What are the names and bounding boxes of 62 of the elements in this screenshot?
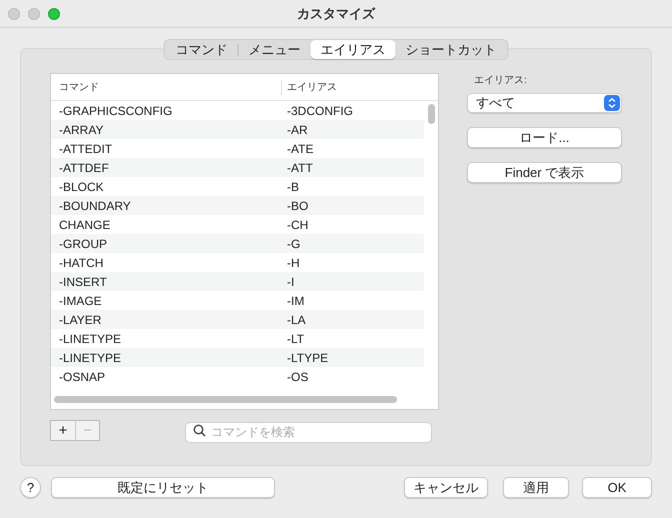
search-field[interactable]: コマンドを検索 bbox=[185, 422, 432, 442]
table-cell-text: -BLOCK bbox=[58, 178, 105, 196]
search-icon bbox=[193, 424, 206, 437]
table-row[interactable]: -LAYER -LA bbox=[51, 310, 424, 329]
table-cell-text: -OSNAP bbox=[58, 368, 106, 386]
table-cell-text: -AR bbox=[286, 122, 308, 138]
table-row[interactable]: -BOUNDARY -BO bbox=[51, 196, 424, 215]
alias-filter-select[interactable]: すべて bbox=[467, 93, 622, 113]
table-cell-text: -ARRAY bbox=[58, 122, 104, 138]
table-row[interactable]: -ATTDEF -ATT bbox=[51, 158, 424, 177]
table-cell-text: -LTYPE bbox=[286, 350, 328, 366]
table-cell-text: -ATTEDIT bbox=[58, 140, 114, 158]
table-cell-text: -ATE bbox=[286, 140, 314, 158]
table-cell-text: -INSERT bbox=[58, 274, 108, 290]
table-cell-text: -G bbox=[286, 236, 300, 252]
table-cell-text: -IMAGE bbox=[58, 292, 103, 310]
table-cell-text: -LAYER bbox=[58, 312, 102, 328]
add-button[interactable]: + bbox=[51, 421, 75, 440]
reset-button[interactable]: 既定にリセット bbox=[51, 477, 275, 498]
alias-filter-label: エイリアス: bbox=[473, 74, 528, 88]
help-button[interactable]: ? bbox=[20, 477, 41, 498]
table-cell-text: -H bbox=[286, 254, 300, 272]
horizontal-scrollbar[interactable] bbox=[54, 396, 397, 402]
apply-button[interactable]: 適用 bbox=[503, 477, 569, 498]
table-cell-text: -LINETYPE bbox=[58, 330, 122, 348]
table-cell-text: -GRAPHICSCONFIG bbox=[58, 102, 174, 120]
zoom-window-icon[interactable] bbox=[48, 8, 60, 20]
table-row[interactable]: -LINETYPE -LTYPE bbox=[51, 348, 424, 367]
table-cell-text: -HATCH bbox=[58, 254, 104, 272]
vertical-scrollbar[interactable] bbox=[428, 104, 434, 124]
table-row[interactable]: -INSERT -I bbox=[51, 272, 424, 291]
table-cell-text: -OS bbox=[286, 368, 308, 386]
cancel-button[interactable]: キャンセル bbox=[404, 477, 488, 498]
column-header[interactable]: コマンド bbox=[51, 80, 282, 94]
table-cell-text: -B bbox=[286, 178, 299, 196]
table-cell-text: -ATT bbox=[286, 160, 313, 176]
table-cell-text: -IM bbox=[286, 292, 304, 310]
table-cell-text: -I bbox=[286, 274, 294, 290]
close-window-icon[interactable] bbox=[8, 8, 20, 20]
show-in-finder-button[interactable]: Finder で表示 bbox=[467, 162, 622, 183]
minimize-window-icon[interactable] bbox=[28, 8, 40, 20]
table-cell-text: -BOUNDARY bbox=[58, 198, 132, 214]
load-button[interactable]: ロード... bbox=[467, 127, 622, 148]
table-cell-text: -3DCONFIG bbox=[286, 102, 353, 120]
tab[interactable]: コマンド bbox=[166, 40, 238, 59]
table-cell-text: -CH bbox=[286, 216, 308, 234]
table-cell-text: -LINETYPE bbox=[58, 350, 122, 366]
table-cell-text: -ATTDEF bbox=[58, 160, 110, 176]
table-cell-text: -LA bbox=[286, 312, 306, 328]
column-header[interactable]: エイリアス bbox=[282, 80, 337, 94]
table-cell-text: -GROUP bbox=[58, 236, 108, 252]
window-title: カスタマイズ bbox=[297, 4, 375, 23]
table-row[interactable]: -ARRAY -AR bbox=[51, 120, 424, 139]
ok-button[interactable]: OK bbox=[582, 477, 652, 498]
table-row[interactable]: -GROUP -G bbox=[51, 234, 424, 253]
table-cell-text: CHANGE bbox=[58, 216, 112, 234]
tab[interactable]: ショートカット bbox=[396, 40, 506, 59]
stepper-icon bbox=[604, 95, 620, 111]
tab[interactable]: メニュー bbox=[238, 40, 310, 59]
table-cell-text: -LT bbox=[286, 330, 304, 348]
table-cell-text: -BO bbox=[286, 198, 308, 214]
tab[interactable]: エイリアス bbox=[310, 40, 396, 59]
